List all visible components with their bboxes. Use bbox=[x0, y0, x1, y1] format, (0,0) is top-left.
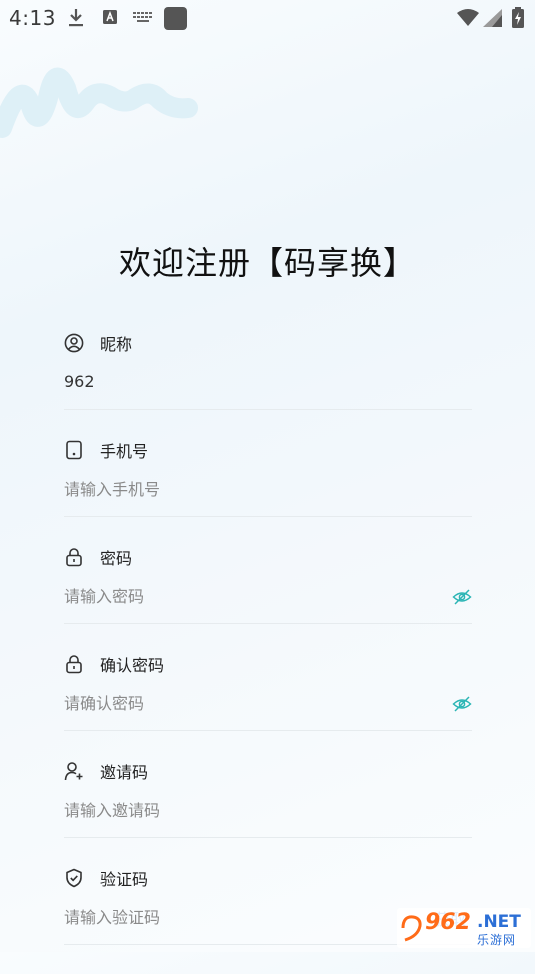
eye-off-icon[interactable] bbox=[452, 694, 472, 714]
lock-icon bbox=[66, 548, 82, 567]
download-icon bbox=[69, 9, 83, 27]
phone-input[interactable] bbox=[64, 475, 424, 503]
battery-charging-icon bbox=[512, 7, 524, 28]
watermark-net: .NET bbox=[477, 912, 521, 932]
app-square-icon bbox=[164, 7, 187, 30]
divider bbox=[64, 730, 472, 731]
divider bbox=[64, 409, 472, 410]
confirm-password-input[interactable] bbox=[64, 689, 424, 717]
password-input[interactable] bbox=[64, 582, 424, 610]
wifi-icon bbox=[457, 9, 479, 26]
phone-label: 手机号 bbox=[100, 442, 149, 461]
user-circle-icon bbox=[64, 333, 84, 353]
watermark-logo: 962 .NET 乐游网 bbox=[397, 908, 531, 948]
eye-off-icon[interactable] bbox=[452, 587, 472, 607]
shield-check-icon bbox=[66, 868, 82, 888]
verify-code-input[interactable] bbox=[64, 903, 364, 931]
phone-icon bbox=[66, 440, 82, 460]
status-bar: 4:13 bbox=[0, 0, 535, 36]
password-field: 密码 bbox=[64, 546, 472, 653]
invite-code-field: 邀请码 bbox=[64, 760, 472, 867]
lock-icon bbox=[66, 655, 82, 674]
divider bbox=[64, 516, 472, 517]
confirm-password-field: 确认密码 bbox=[64, 653, 472, 760]
nickname-input[interactable]: 962 bbox=[64, 372, 95, 391]
divider bbox=[64, 837, 472, 838]
nickname-label: 昵称 bbox=[100, 335, 133, 354]
keyboard-icon bbox=[133, 12, 152, 22]
watermark-emblem-icon bbox=[401, 915, 422, 942]
signal-icon bbox=[483, 9, 502, 27]
password-label: 密码 bbox=[100, 549, 133, 568]
divider bbox=[64, 623, 472, 624]
user-add-icon bbox=[64, 762, 83, 781]
confirm-password-label: 确认密码 bbox=[100, 656, 165, 675]
font-a-icon bbox=[103, 10, 117, 24]
watermark-subtitle: 乐游网 bbox=[477, 933, 517, 947]
brush-stroke-decoration bbox=[0, 67, 198, 138]
nickname-field: 昵称 962 bbox=[64, 332, 472, 439]
phone-field: 手机号 bbox=[64, 439, 472, 546]
verify-code-label: 验证码 bbox=[100, 870, 149, 889]
invite-code-input[interactable] bbox=[64, 796, 424, 824]
status-time: 4:13 bbox=[9, 6, 56, 30]
watermark-number: 962 bbox=[425, 910, 471, 935]
invite-code-label: 邀请码 bbox=[100, 763, 149, 782]
page-title: 欢迎注册【码享换】 bbox=[118, 244, 416, 282]
